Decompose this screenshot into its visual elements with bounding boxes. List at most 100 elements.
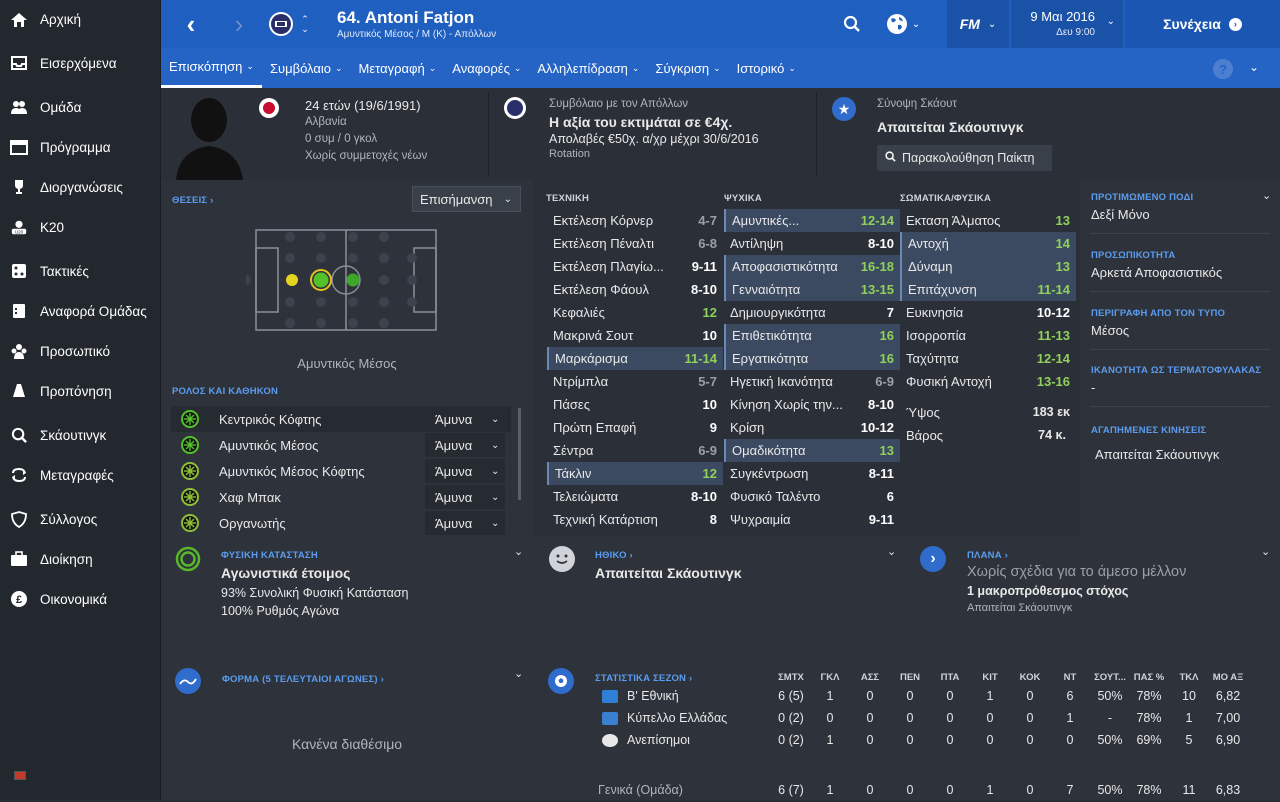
sidebar-item-7[interactable]: Τακτικές <box>0 251 160 291</box>
attribute-row[interactable]: Επιτάχυνση 11-14 <box>900 278 1076 301</box>
sidebar-item-5[interactable]: Διοργανώσεις <box>0 167 160 207</box>
form-label[interactable]: ΦΟΡΜΑ (5 ΤΕΛΕΥΤΑΙΟΙ ΑΓΩΝΕΣ) › <box>222 674 384 685</box>
sidebar-item-12[interactable]: Μεταγραφές <box>0 455 160 495</box>
stats-header-cell[interactable]: ΣΜΤΧ <box>771 672 811 683</box>
sidebar-item-9[interactable]: Προσωπικό <box>0 331 160 371</box>
attribute-row[interactable]: Τάκλιν 12 <box>547 462 723 485</box>
stats-header-cell[interactable]: ΠΤΑ <box>930 672 970 683</box>
player-switch-chevrons[interactable]: ⌃ ⌄ <box>298 0 312 48</box>
stats-header-cell[interactable]: ΚΙΤ <box>970 672 1010 683</box>
forward-button[interactable]: › <box>221 0 257 48</box>
attribute-row[interactable]: Κρίση 10-12 <box>724 416 900 439</box>
attribute-row[interactable]: Πάσες 10 <box>547 393 723 416</box>
attribute-row[interactable]: Εκτέλεση Φάουλ 8-10 <box>547 278 723 301</box>
attribute-row[interactable]: Δημιουργικότητα 7 <box>724 301 900 324</box>
attribute-row[interactable]: Ψυχραιμία 9-11 <box>724 508 900 531</box>
stats-header-cell[interactable]: ΓΚΛ <box>810 672 850 683</box>
role-row[interactable]: Κεντρικός Κόφτης Άμυνα ⌄ <box>171 406 511 432</box>
continue-button[interactable]: Συνέχεια › <box>1125 0 1280 48</box>
stats-header-cell[interactable]: ΣΟΥΤ... <box>1090 672 1130 683</box>
tab-3[interactable]: Μεταγραφή ⌄ <box>351 48 445 88</box>
attribute-row[interactable]: Συγκέντρωση 8-11 <box>724 462 900 485</box>
morale-label[interactable]: ΗΘΙΚΟ › <box>595 550 633 561</box>
sidebar-item-8[interactable]: Αναφορά Ομάδας <box>0 291 160 331</box>
attribute-row[interactable]: Τεχνική Κατάρτιση 8 <box>547 508 723 531</box>
sidebar-item-15[interactable]: £ Οικονομικά <box>0 579 160 619</box>
attribute-row[interactable]: Επιθετικότητα 16 <box>724 324 900 347</box>
attribute-row[interactable]: Ισορροπία 11-13 <box>900 324 1076 347</box>
stats-row[interactable]: Κύπελλο Ελλάδας 0 (2) 0 0 0 0 0 0 1 - 78% 1 7,00 <box>534 708 1280 730</box>
sidebar-item-11[interactable]: Σκάουτινγκ <box>0 415 160 455</box>
chevron-down-icon[interactable]: ⌄ <box>1262 189 1271 202</box>
attribute-row[interactable]: Ντρίμπλα 5-7 <box>547 370 723 393</box>
attribute-row[interactable]: Αποφασιστικότητα 16-18 <box>724 255 900 278</box>
attribute-row[interactable]: Μαρκάρισμα 11-14 <box>547 347 723 370</box>
club-crest-icon[interactable] <box>266 0 296 48</box>
attribute-row[interactable]: Μακρινά Σουτ 10 <box>547 324 723 347</box>
world-icon[interactable]: ⌄ <box>881 0 925 48</box>
chevron-down-icon[interactable]: ⌄ <box>1261 545 1270 558</box>
sidebar-item-13[interactable]: Σύλλογος <box>0 499 160 539</box>
role-row[interactable]: Χαφ Μπακ Άμυνα ⌄ <box>171 484 511 510</box>
attribute-row[interactable]: Αντοχή 14 <box>900 232 1076 255</box>
attribute-row[interactable]: Πρώτη Επαφή 9 <box>547 416 723 439</box>
stats-row[interactable]: Β' Εθνική 6 (5) 1 0 0 0 1 0 6 50% 78% 10 6,82 <box>534 686 1280 708</box>
attribute-row[interactable]: Δύναμη 13 <box>900 255 1076 278</box>
chevron-down-icon[interactable]: ⌄ <box>514 667 523 680</box>
attribute-row[interactable]: Εκτέλεση Πλαγίω... 9-11 <box>547 255 723 278</box>
stats-header-cell[interactable]: ΜΟ ΑΞ <box>1208 672 1248 683</box>
tab-2[interactable]: Συμβόλαιο ⌄ <box>262 48 351 88</box>
date-display[interactable]: 9 Μαι 2016 Δευ 9:00 ⌄ <box>1011 0 1123 48</box>
attribute-row[interactable]: Γενναιότητα 13-15 <box>724 278 900 301</box>
tab-1[interactable]: Επισκόπηση ⌄ <box>161 48 262 88</box>
search-icon[interactable] <box>837 0 867 48</box>
stats-header-cell[interactable]: ΤΚΛ <box>1169 672 1209 683</box>
stats-header-cell[interactable]: ΚΟΚ <box>1010 672 1050 683</box>
attribute-row[interactable]: Ευκινησία 10-12 <box>900 301 1076 324</box>
attribute-row[interactable]: Εργατικότητα 16 <box>724 347 900 370</box>
sidebar-item-1[interactable]: Αρχική <box>0 0 160 39</box>
attribute-row[interactable]: Ηγετική Ικανότητα 6-9 <box>724 370 900 393</box>
sidebar-item-2[interactable]: Εισερχόμενα <box>0 43 160 83</box>
attribute-row[interactable]: Εκταση Άλματος 13 <box>900 209 1076 232</box>
tab-5[interactable]: Αλληλεπίδραση ⌄ <box>529 48 647 88</box>
stats-header-cell[interactable]: ΠΑΣ % <box>1129 672 1169 683</box>
attribute-row[interactable]: Φυσικό Ταλέντο 6 <box>724 485 900 508</box>
chevron-down-icon[interactable]: ⌄ <box>514 545 523 558</box>
sidebar-item-10[interactable]: Προπόνηση <box>0 371 160 411</box>
sidebar-item-3[interactable]: Ομάδα <box>0 87 160 127</box>
attribute-row[interactable]: Αμυντικές... 12-14 <box>724 209 900 232</box>
stats-header-cell[interactable]: ΝΤ <box>1050 672 1090 683</box>
sidebar-item-14[interactable]: Διοίκηση <box>0 539 160 579</box>
stats-header-cell[interactable]: ΠΕΝ <box>890 672 930 683</box>
attribute-row[interactable]: Ομαδικότητα 13 <box>724 439 900 462</box>
positions-label[interactable]: ΘΕΣΕΙΣ › <box>172 195 214 206</box>
watch-player-button[interactable]: Παρακολούθηση Παίκτη <box>877 145 1052 171</box>
stats-row[interactable]: Γενικά (Ομάδα) 6 (7) 1 0 0 0 1 0 7 50% 78% 11 6,83 <box>534 780 1280 802</box>
fm-menu-button[interactable]: FM ⌄ <box>947 0 1009 48</box>
attribute-row[interactable]: Αντίληψη 8-10 <box>724 232 900 255</box>
stats-header-cell[interactable]: ΑΣΣ <box>850 672 890 683</box>
attribute-row[interactable]: Κίνηση Χωρίς την... 8-10 <box>724 393 900 416</box>
tab-4[interactable]: Αναφορές ⌄ <box>444 48 529 88</box>
chevron-down-icon[interactable]: ⌄ <box>887 545 896 558</box>
attribute-row[interactable]: Φυσική Αντοχή 13-16 <box>900 370 1076 393</box>
stats-row[interactable]: Ανεπίσημοι 0 (2) 1 0 0 0 0 0 0 50% 69% 5 6,90 <box>534 730 1280 752</box>
attribute-row[interactable]: Ταχύτητα 12-14 <box>900 347 1076 370</box>
attribute-row[interactable]: Εκτέλεση Πέναλτι 6-8 <box>547 232 723 255</box>
back-button[interactable]: ‹ <box>171 0 211 48</box>
attribute-row[interactable]: Κεφαλιές 12 <box>547 301 723 324</box>
collapse-chevron-icon[interactable]: ⌄ <box>1249 60 1259 74</box>
role-list-scrollbar[interactable] <box>518 408 521 500</box>
plans-label[interactable]: ΠΛΑΝΑ › <box>967 550 1008 561</box>
sidebar-item-6[interactable]: U20 Κ20 <box>0 207 160 247</box>
attribute-row[interactable]: Τελειώματα 8-10 <box>547 485 723 508</box>
tab-7[interactable]: Ιστορικό ⌄ <box>729 48 804 88</box>
tab-6[interactable]: Σύγκριση ⌄ <box>647 48 728 88</box>
attribute-row[interactable]: Εκτέλεση Κόρνερ 4-7 <box>547 209 723 232</box>
role-row[interactable]: Αμυντικός Μέσος Κόφτης Άμυνα ⌄ <box>171 458 511 484</box>
role-row[interactable]: Οργανωτής Άμυνα ⌄ <box>171 510 511 536</box>
highlight-dropdown[interactable]: Επισήμανση ⌄ <box>412 186 521 212</box>
help-icon[interactable]: ? <box>1213 59 1233 79</box>
sidebar-item-4[interactable]: Πρόγραμμα <box>0 127 160 167</box>
